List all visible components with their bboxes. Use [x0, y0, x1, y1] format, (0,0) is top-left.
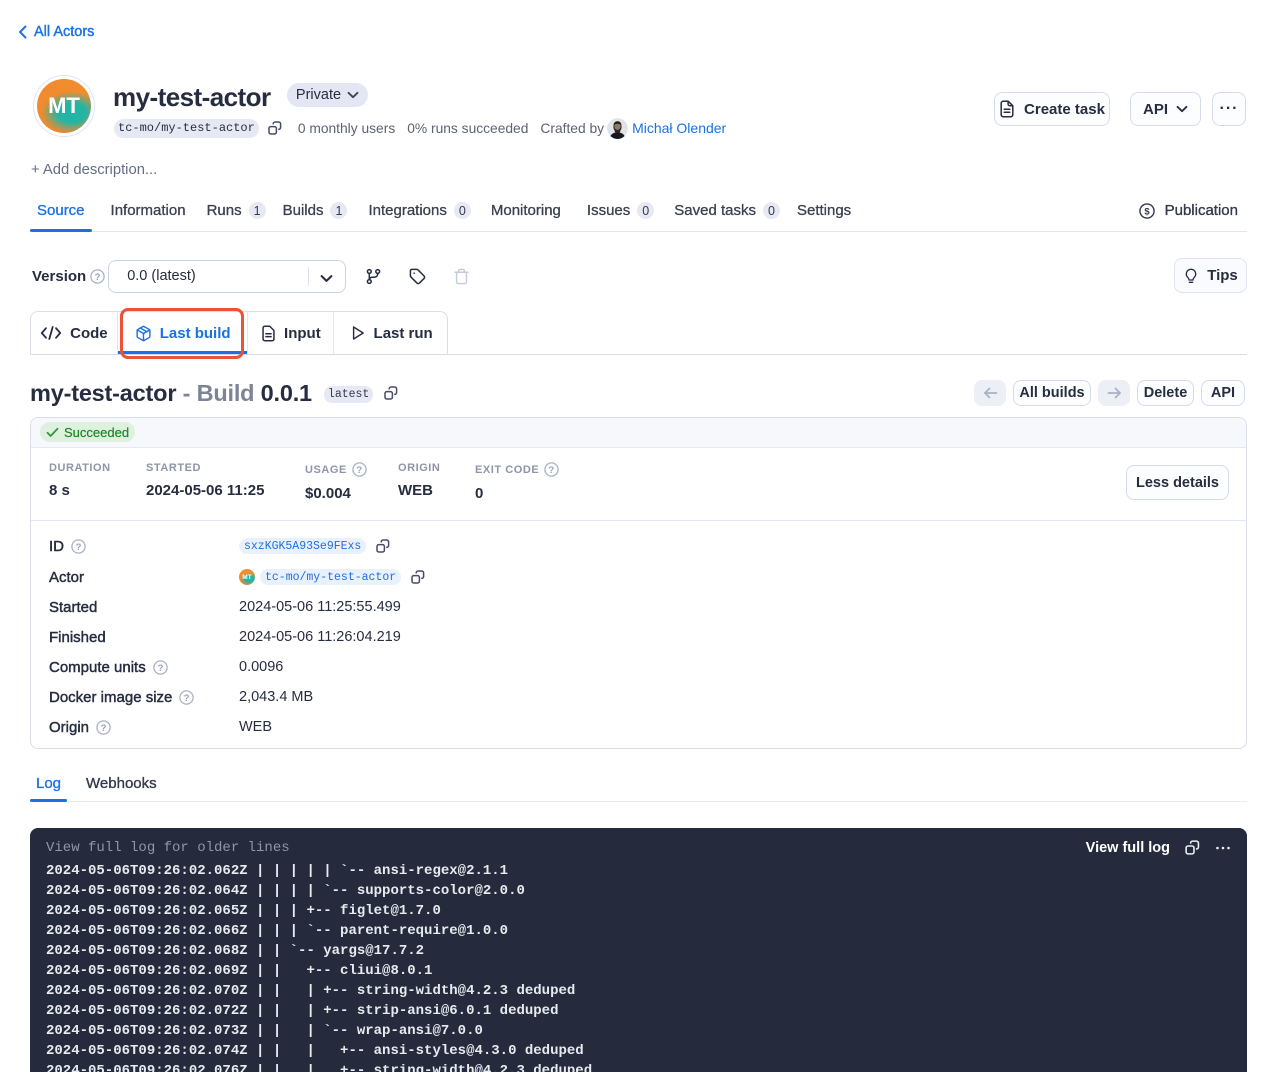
svg-text:?: ?	[101, 722, 107, 733]
svg-text:?: ?	[95, 271, 101, 282]
svg-text:?: ?	[184, 692, 190, 703]
svg-text:?: ?	[157, 662, 163, 673]
svg-text:?: ?	[356, 465, 362, 476]
svg-text:?: ?	[549, 465, 555, 476]
svg-text:?: ?	[76, 541, 82, 552]
svg-text:$: $	[1144, 205, 1150, 216]
